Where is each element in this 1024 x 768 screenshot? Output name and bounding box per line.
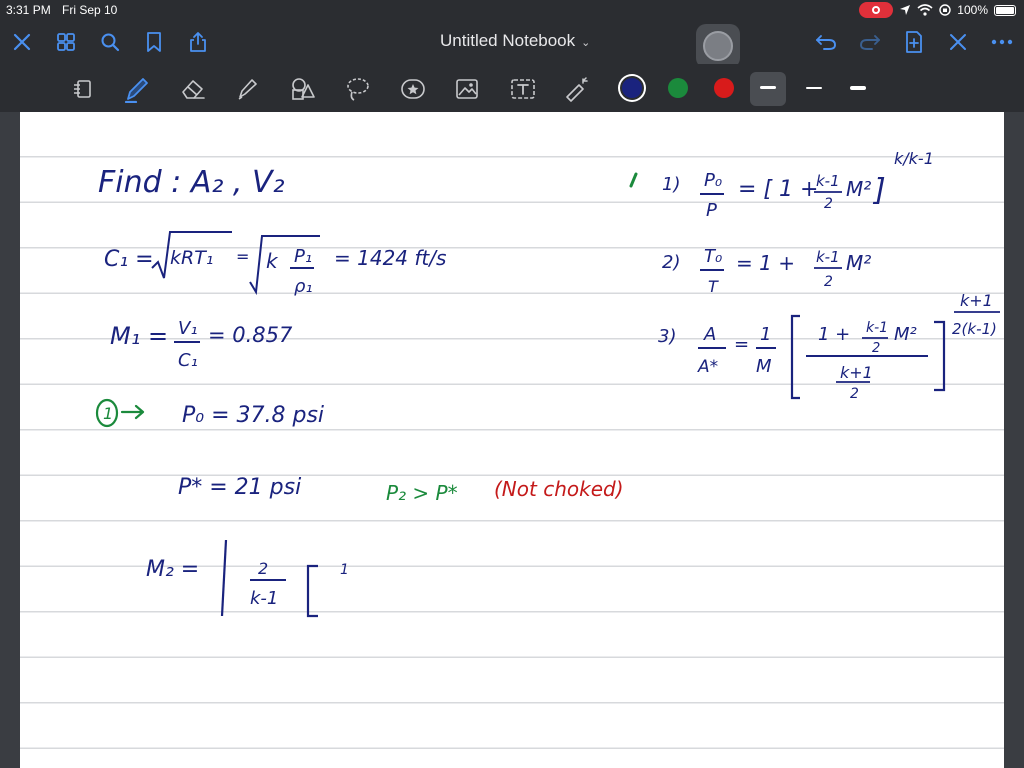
shapes-icon[interactable] [288, 74, 318, 104]
close-pen-icon[interactable] [944, 28, 972, 56]
notebook-page[interactable] [20, 112, 1004, 768]
page-view-icon[interactable] [68, 74, 98, 104]
close-icon[interactable] [8, 28, 36, 56]
add-page-icon[interactable] [900, 28, 928, 56]
grid-icon[interactable] [52, 28, 80, 56]
assistive-touch-button[interactable] [696, 24, 740, 68]
share-icon[interactable] [184, 28, 212, 56]
pen-icon[interactable] [122, 74, 152, 104]
stroke-width-selected[interactable] [750, 72, 786, 106]
color-swatch-navy[interactable] [622, 78, 642, 98]
redo-icon[interactable] [856, 28, 884, 56]
title-bar: Untitled Notebook ⌄ [0, 20, 1024, 68]
chevron-down-icon: ⌄ [581, 37, 591, 49]
undo-icon[interactable] [812, 28, 840, 56]
location-icon [900, 5, 911, 15]
laser-icon[interactable] [562, 74, 592, 104]
text-icon[interactable] [508, 74, 538, 104]
more-icon[interactable] [988, 28, 1016, 56]
stroke-width-thin [760, 86, 776, 89]
search-icon[interactable] [96, 28, 124, 56]
status-right-group: 100% [859, 2, 1016, 18]
image-icon[interactable] [452, 74, 482, 104]
status-date: Fri Sep 10 [62, 3, 118, 17]
lasso-icon[interactable] [342, 74, 372, 104]
screen-recording-icon [859, 2, 894, 18]
battery-percent: 100% [957, 3, 988, 17]
bookmark-icon[interactable] [140, 28, 168, 56]
battery-icon [994, 4, 1016, 16]
wifi-icon [917, 4, 933, 16]
color-swatch-green[interactable] [668, 78, 688, 98]
orientation-lock-icon [939, 4, 951, 16]
status-bar: 3:31 PM Fri Sep 10 100% [0, 0, 1024, 20]
notebook-title[interactable]: Untitled Notebook ⌄ [440, 31, 590, 51]
stroke-width-medium[interactable] [806, 87, 822, 89]
notebook-title-text: Untitled Notebook [440, 31, 576, 50]
eraser-icon[interactable] [178, 74, 208, 104]
color-swatch-red[interactable] [714, 78, 734, 98]
status-time: 3:31 PM [6, 3, 51, 17]
sticker-icon[interactable] [398, 74, 428, 104]
highlighter-icon[interactable] [232, 74, 262, 104]
stroke-width-thick[interactable] [850, 86, 866, 90]
tool-bar [0, 64, 1024, 112]
